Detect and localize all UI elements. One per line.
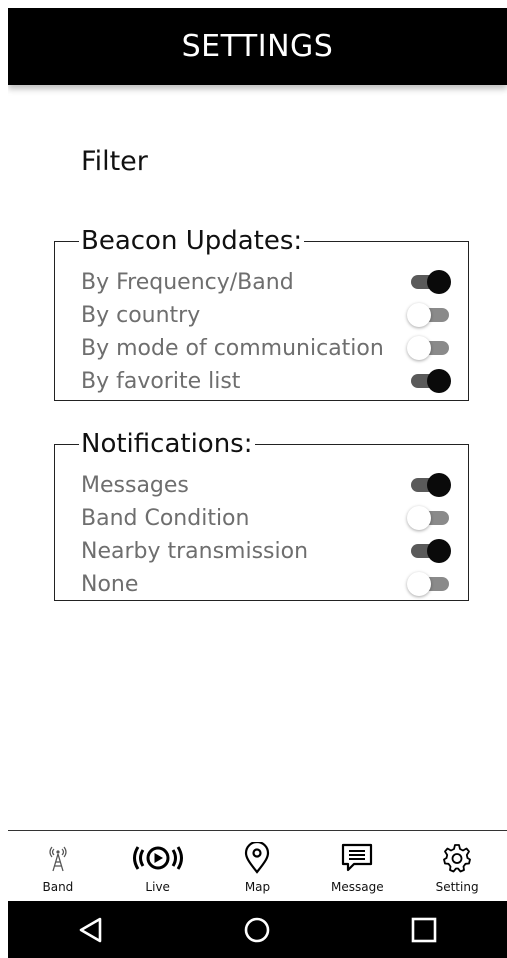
favorite-list-toggle[interactable] — [407, 369, 451, 393]
tab-message[interactable]: Message — [312, 831, 402, 902]
beacon-updates-legend: Beacon Updates: — [81, 226, 303, 256]
bottom-tab-bar: Band Live Map Message Setting — [8, 830, 507, 902]
tab-band[interactable]: Band — [13, 831, 103, 902]
beacon-updates-group: Beacon Updates: By Frequency/Band By cou… — [54, 226, 469, 401]
home-button[interactable] — [227, 908, 287, 952]
section-title: Filter — [81, 146, 148, 177]
band-condition-toggle[interactable] — [407, 506, 451, 530]
tab-live-label: Live — [145, 880, 170, 894]
antenna-icon — [45, 840, 71, 876]
home-circle-icon — [245, 917, 270, 942]
none-toggle[interactable] — [407, 572, 451, 596]
tab-map[interactable]: Map — [212, 831, 302, 902]
tab-message-label: Message — [330, 880, 384, 894]
notif-row-band-condition: Band Condition — [81, 502, 451, 534]
tab-map-label: Map — [244, 880, 271, 894]
beacon-row-mode: By mode of communication — [81, 332, 451, 364]
android-nav-bar — [8, 901, 507, 958]
notif-row-messages: Messages — [81, 469, 451, 501]
notifications-legend: Notifications: — [81, 429, 253, 459]
page-header-title: SETTINGS — [181, 29, 334, 64]
notif-label-band-condition: Band Condition — [81, 505, 250, 531]
beacon-label-favorite: By favorite list — [81, 368, 241, 394]
beacon-label-mode: By mode of communication — [81, 335, 384, 361]
message-icon — [340, 840, 374, 876]
live-icon — [129, 840, 187, 876]
notif-row-none: None — [81, 568, 451, 600]
country-toggle[interactable] — [407, 303, 451, 327]
gear-icon — [442, 840, 472, 876]
beacon-row-favorite: By favorite list — [81, 365, 451, 397]
beacon-label-country: By country — [81, 302, 201, 328]
tab-setting[interactable]: Setting — [412, 831, 502, 902]
tab-band-label: Band — [42, 880, 74, 894]
top-bar: SETTINGS — [8, 8, 507, 85]
notif-row-nearby: Nearby transmission — [81, 535, 451, 567]
app-frame: SETTINGS Filter Beacon Updates: By Frequ… — [8, 8, 507, 958]
tab-live[interactable]: Live — [113, 831, 203, 902]
beacon-label-frequency-band: By Frequency/Band — [81, 269, 294, 295]
notif-label-messages: Messages — [81, 472, 189, 498]
nearby-transmission-toggle[interactable] — [407, 539, 451, 563]
recents-button[interactable] — [394, 908, 454, 952]
back-button[interactable] — [61, 908, 121, 952]
frequency-band-toggle[interactable] — [407, 270, 451, 294]
map-pin-icon — [244, 840, 270, 876]
notif-label-none: None — [81, 571, 139, 597]
tab-setting-label: Setting — [435, 880, 479, 894]
mode-toggle[interactable] — [407, 336, 451, 360]
beacon-row-country: By country — [81, 299, 451, 331]
beacon-row-frequency-band: By Frequency/Band — [81, 266, 451, 298]
messages-toggle[interactable] — [407, 473, 451, 497]
recents-square-icon — [411, 917, 437, 942]
back-triangle-icon — [79, 917, 102, 942]
notif-label-nearby: Nearby transmission — [81, 538, 309, 564]
notifications-group: Notifications: Messages Band Condition N… — [54, 429, 469, 601]
